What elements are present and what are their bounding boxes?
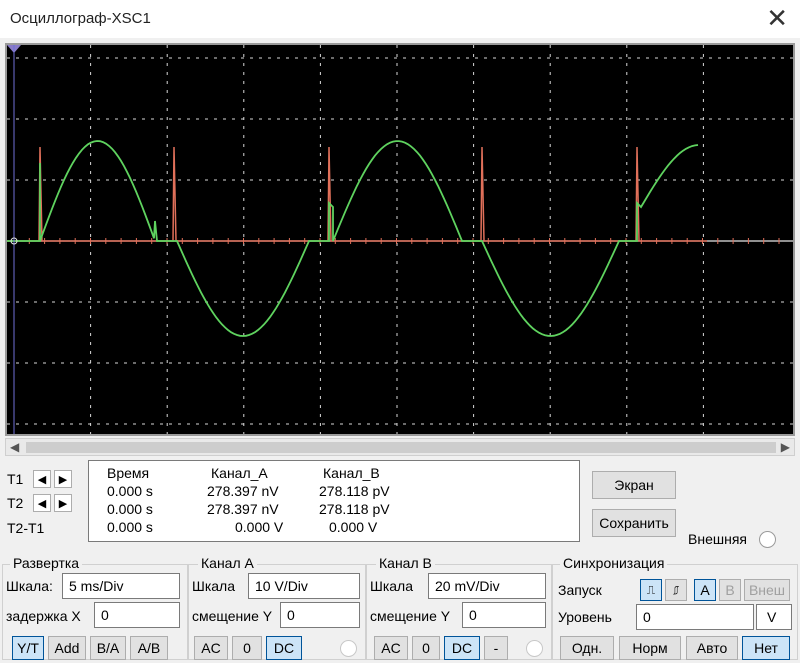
scroll-right-icon[interactable]: ▶ (781, 440, 790, 454)
timebase-scale-label: Шкала: (6, 578, 53, 594)
ab-mode-button[interactable]: A/B (130, 636, 168, 660)
title-bar: Осциллограф-XSC1 ✕ (0, 0, 800, 38)
channel-a-scale-field[interactable]: 10 V/Div (248, 573, 360, 599)
none-mode-button[interactable]: Нет (742, 636, 790, 660)
trigger-level-unit[interactable]: V (756, 604, 792, 630)
t1-label: T1 (7, 471, 24, 487)
row1-channel-a: 278.397 nV (207, 483, 279, 499)
row3-channel-b: 0.000 V (329, 519, 378, 535)
trigger-source-ext-button[interactable]: Внеш (744, 579, 790, 601)
row3-channel-a: 0.000 V (235, 519, 284, 535)
screen-button[interactable]: Экран (592, 471, 676, 499)
horizontal-scrollbar[interactable]: ◀ ▶ (5, 438, 795, 456)
trigger-source-b-button[interactable]: B (719, 579, 741, 601)
oscilloscope-screen (5, 43, 795, 436)
channel-b-legend: Канал В (376, 555, 435, 571)
channel-a-ac-button[interactable]: AC (194, 636, 228, 660)
t2-label: T2 (7, 495, 24, 511)
grid (7, 45, 793, 434)
external-radio[interactable] (759, 531, 776, 548)
single-mode-button[interactable]: Одн. (560, 636, 614, 660)
channel-b-dc-button[interactable]: DC (444, 636, 480, 660)
normal-mode-button[interactable]: Норм (619, 636, 681, 660)
channel-a-zero-button[interactable]: 0 (232, 636, 262, 660)
channel-a-dc-button[interactable]: DC (266, 636, 302, 660)
scrollbar-thumb[interactable] (26, 442, 776, 453)
header-time: Время (107, 465, 150, 481)
header-channel-b: Канал_B (323, 465, 380, 481)
timebase-legend: Развертка (10, 555, 83, 571)
t2-right-arrow-icon[interactable]: ▶ (54, 494, 72, 512)
external-label: Внешняя (688, 531, 747, 547)
delay-x-label: задержка X (6, 608, 81, 624)
t2-t1-label: T2-T1 (7, 520, 45, 536)
scroll-left-icon[interactable]: ◀ (10, 440, 19, 454)
channel-b-invert-button[interactable]: - (484, 636, 508, 660)
channel-a-offset-label: смещение Y (192, 608, 273, 624)
window-title: Осциллограф-XSC1 (10, 10, 151, 27)
save-button[interactable]: Сохранить (592, 509, 676, 537)
launch-label: Запуск (558, 582, 602, 598)
delay-x-field[interactable]: 0 (94, 602, 180, 628)
add-mode-button[interactable]: Add (48, 636, 86, 660)
level-label: Уровень (558, 609, 612, 625)
channel-b-offset-field[interactable]: 0 (462, 602, 546, 628)
channel-b-zero-button[interactable]: 0 (412, 636, 440, 660)
trigger-level-field[interactable]: 0 (636, 604, 754, 630)
row1-channel-b: 278.118 pV (319, 483, 390, 499)
ba-mode-button[interactable]: B/A (90, 636, 126, 660)
auto-mode-button[interactable]: Авто (686, 636, 738, 660)
channel-a-offset-field[interactable]: 0 (280, 602, 360, 628)
channel-b-ac-button[interactable]: AC (374, 636, 408, 660)
t1-left-arrow-icon[interactable]: ◀ (33, 470, 51, 488)
trigger-source-a-button[interactable]: A (694, 579, 716, 601)
cursor-controls: T1 ◀ ▶ T2 ◀ ▶ T2-T1 (5, 465, 85, 545)
yt-mode-button[interactable]: Y/T (12, 636, 44, 660)
t1-right-arrow-icon[interactable]: ▶ (54, 470, 72, 488)
rising-edge-icon[interactable]: ⎍ (640, 579, 662, 601)
channel-b-trace (7, 146, 707, 242)
row2-channel-b: 278.118 pV (319, 501, 390, 517)
trigger-legend: Синхронизация (560, 555, 668, 571)
close-icon[interactable]: ✕ (766, 4, 788, 32)
channel-a-legend: Канал А (198, 555, 257, 571)
channel-b-radio[interactable] (526, 640, 543, 657)
channel-a-trace (7, 140, 699, 337)
channel-a-scale-label: Шкала (192, 578, 236, 594)
t2-left-arrow-icon[interactable]: ◀ (33, 494, 51, 512)
falling-edge-icon[interactable]: ⎎ (665, 579, 687, 601)
row2-time: 0.000 s (107, 501, 153, 517)
row1-time: 0.000 s (107, 483, 153, 499)
row3-time: 0.000 s (107, 519, 153, 535)
channel-b-scale-label: Шкала (370, 578, 414, 594)
measurement-readout: Время Канал_A Канал_B 0.000 s 278.397 nV… (88, 460, 580, 542)
channel-b-scale-field[interactable]: 20 mV/Div (428, 573, 546, 599)
timebase-scale-field[interactable]: 5 ms/Div (62, 573, 180, 599)
channel-a-radio[interactable] (340, 640, 357, 657)
channel-b-offset-label: смещение Y (370, 608, 451, 624)
row2-channel-a: 278.397 nV (207, 501, 279, 517)
oscilloscope-plot (7, 45, 793, 434)
header-channel-a: Канал_A (211, 465, 268, 481)
